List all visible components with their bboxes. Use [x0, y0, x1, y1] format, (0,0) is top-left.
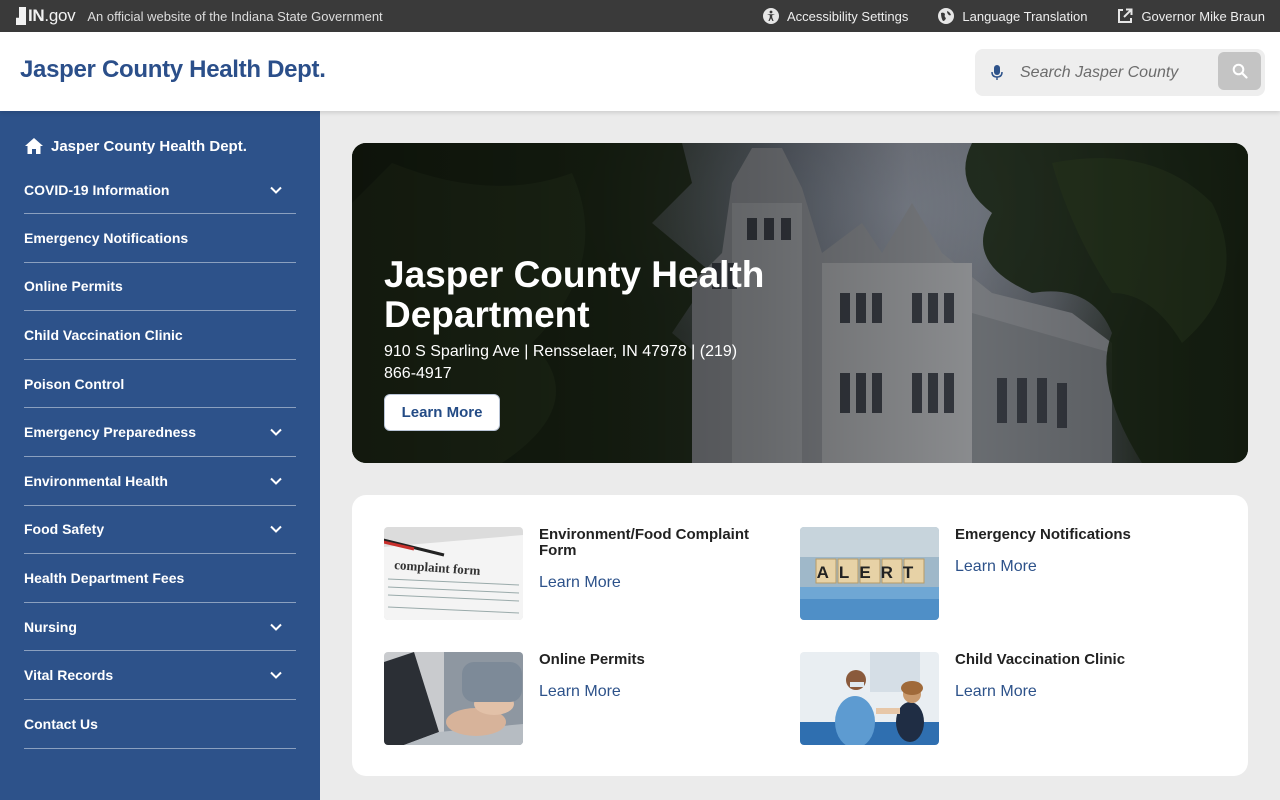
alert-blocks-photo-text: ALERT [817, 563, 924, 582]
sidebar-item-food-safety[interactable]: Food Safety [24, 506, 296, 555]
hero-banner: Jasper County Health Department 910 S Sp… [352, 143, 1248, 463]
chevron-down-icon[interactable] [270, 671, 282, 680]
sidebar-menu: COVID-19 Information Emergency Notificat… [24, 166, 296, 749]
chevron-down-icon[interactable] [270, 525, 282, 534]
site-header: Jasper County Health Dept. [0, 32, 1280, 111]
card-learn-more-link[interactable]: Learn More [539, 683, 621, 701]
search-input[interactable] [1020, 63, 1200, 82]
card-emergency-notifications[interactable]: ALERT Emergency Notifications Learn More [800, 527, 1180, 620]
indiana-shape-icon [16, 7, 26, 25]
sidebar-item-health-department-fees[interactable]: Health Department Fees [24, 554, 296, 603]
official-website-text: An official website of the Indiana State… [87, 8, 383, 24]
laptop-typing-photo[interactable] [384, 652, 523, 745]
sidebar-item-emergency-preparedness[interactable]: Emergency Preparedness [24, 408, 296, 457]
sidebar-item-label: Emergency Notifications [24, 229, 189, 246]
card-online-permits[interactable]: Online Permits Learn More [384, 652, 764, 745]
sidebar-home-label: Jasper County Health Dept. [51, 137, 247, 155]
sidebar-item-vital-records[interactable]: Vital Records [24, 651, 296, 700]
in-gov-logo[interactable]: IN .gov [16, 6, 76, 26]
accessibility-icon [763, 8, 779, 24]
quick-links-panel: complaint form Environment/Food Complain… [352, 495, 1248, 776]
language-translation-label: Language Translation [962, 8, 1088, 24]
card-learn-more-link[interactable]: Learn More [955, 558, 1037, 576]
sidebar-item-poison-control[interactable]: Poison Control [24, 360, 296, 409]
sidebar-item-label: Nursing [24, 618, 77, 635]
sidebar-item-label: Food Safety [24, 521, 105, 538]
sidebar-item-label: Online Permits [24, 278, 123, 295]
chevron-down-icon[interactable] [270, 186, 282, 194]
sidebar-item-environmental-health[interactable]: Environmental Health [24, 457, 296, 506]
card-title[interactable]: Emergency Notifications [955, 527, 1185, 543]
card-title[interactable]: Child Vaccination Clinic [955, 652, 1185, 668]
sidebar-item-label: Poison Control [24, 375, 125, 392]
sidebar-item-label: Child Vaccination Clinic [24, 326, 183, 343]
sidebar-item-covid-19-information[interactable]: COVID-19 Information [24, 166, 296, 214]
sidebar-item-label: COVID-19 Information [24, 181, 170, 198]
sidebar-item-emergency-notifications[interactable]: Emergency Notifications [24, 214, 296, 263]
hero-learn-more-button[interactable]: Learn More [384, 394, 500, 431]
sidebar-item-label: Contact Us [24, 715, 98, 732]
search-icon [1232, 63, 1248, 79]
governor-label: Governor Mike Braun [1141, 8, 1265, 24]
site-title[interactable]: Jasper County Health Dept. [20, 56, 326, 84]
external-link-icon [1118, 8, 1133, 23]
language-translation-link[interactable]: Language Translation [938, 8, 1087, 24]
card-title[interactable]: Online Permits [539, 652, 769, 668]
complaint-form-photo[interactable]: complaint form [384, 527, 523, 620]
microphone-icon[interactable] [990, 64, 1004, 82]
sidebar-item-label: Environmental Health [24, 472, 168, 489]
search-button[interactable] [1218, 52, 1261, 90]
home-icon [25, 138, 43, 154]
logo-text: IN [28, 6, 45, 25]
sidebar-item-contact-us[interactable]: Contact Us [24, 700, 296, 749]
card-learn-more-link[interactable]: Learn More [539, 574, 621, 592]
sidebar-item-child-vaccination-clinic[interactable]: Child Vaccination Clinic [24, 311, 296, 360]
sidebar-item-nursing[interactable]: Nursing [24, 603, 296, 652]
top-links: Accessibility Settings Language Translat… [733, 8, 1265, 24]
card-learn-more-link[interactable]: Learn More [955, 683, 1037, 701]
accessibility-settings-link[interactable]: Accessibility Settings [763, 8, 908, 24]
card-complaint-form[interactable]: complaint form Environment/Food Complain… [384, 527, 764, 620]
sidebar-item-label: Vital Records [24, 667, 114, 684]
sidebar-home-link[interactable]: Jasper County Health Dept. [24, 137, 247, 155]
search-box [975, 49, 1265, 96]
sidebar-item-online-permits[interactable]: Online Permits [24, 263, 296, 312]
state-banner: IN .gov An official website of the Indian… [0, 0, 1280, 32]
accessibility-settings-label: Accessibility Settings [787, 8, 909, 24]
vaccination-photo[interactable] [800, 652, 939, 745]
globe-icon [938, 8, 955, 24]
chevron-down-icon[interactable] [270, 623, 282, 631]
card-child-vaccination-clinic[interactable]: Child Vaccination Clinic Learn More [800, 652, 1180, 745]
hero-address: 910 S Sparling Ave | Rensselaer, IN 4797… [384, 343, 738, 382]
chevron-down-icon[interactable] [270, 477, 282, 485]
sidebar-item-label: Emergency Preparedness [24, 424, 196, 441]
logo-suffix: .gov [44, 6, 76, 25]
chevron-down-icon[interactable] [270, 428, 282, 437]
sidebar-item-label: Health Department Fees [24, 569, 185, 586]
card-title[interactable]: Environment/Food Complaint Form [539, 527, 769, 559]
sidebar-nav: Jasper County Health Dept. COVID-19 Info… [0, 111, 320, 800]
governor-link[interactable]: Governor Mike Braun [1117, 8, 1265, 24]
hero-title: Jasper County Health Department [384, 254, 765, 335]
alert-blocks-photo[interactable]: ALERT [800, 527, 939, 620]
